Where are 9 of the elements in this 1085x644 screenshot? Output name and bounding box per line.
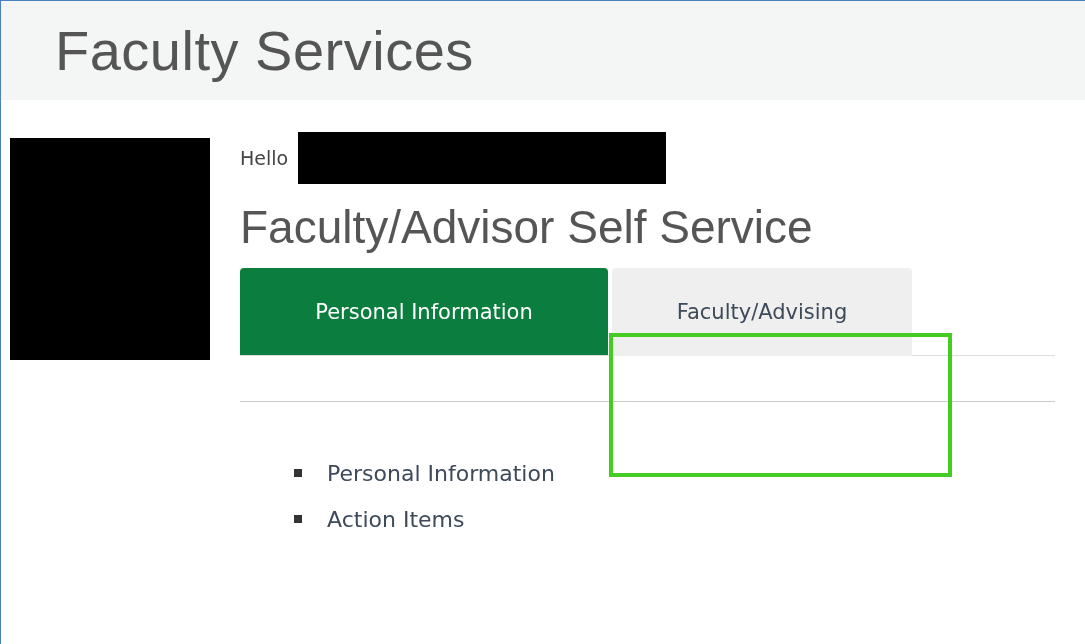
menu-link[interactable]: Action Items	[327, 506, 465, 532]
bullet-icon	[294, 515, 302, 523]
tab[interactable]: Personal Information	[240, 268, 608, 355]
tab[interactable]: Faculty/Advising	[612, 268, 912, 356]
bullet-icon	[294, 469, 302, 477]
menu-link[interactable]: Personal Information	[327, 460, 555, 486]
page-title: Faculty/Advisor Self Service	[240, 200, 814, 254]
page-header-title: Faculty Services	[55, 18, 474, 83]
greeting-text: Hello	[240, 147, 289, 169]
